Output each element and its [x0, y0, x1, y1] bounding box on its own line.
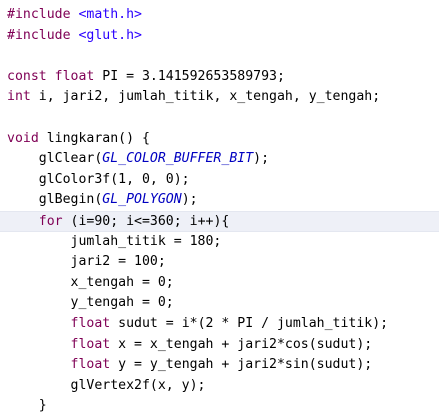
code-token: ); [181, 192, 198, 208]
code-line[interactable]: glColor3f(1, 0, 0); [7, 170, 439, 191]
code-line[interactable]: ​ [7, 108, 439, 129]
code-line[interactable]: #include <glut.h> [7, 26, 439, 47]
code-token: const float [7, 68, 95, 84]
code-line[interactable]: float y = y_tengah + jari2*sin(sudut); [7, 355, 439, 376]
code-token: float [70, 315, 111, 331]
code-token: int [7, 89, 31, 105]
code-token: void [7, 130, 39, 146]
code-token: (i=90; i<=360; i++){ [62, 213, 230, 229]
code-line[interactable]: #include <math.h> [7, 5, 439, 26]
code-line[interactable]: jumlah_titik = 180; [7, 232, 439, 253]
code-line[interactable]: glBegin(GL_POLYGON); [7, 190, 439, 211]
code-token: x_tengah = 0; [7, 274, 174, 290]
code-token: lingkaran() { [38, 130, 150, 146]
code-token: x = x_tengah + jari2*cos(sudut); [110, 336, 373, 352]
code-line[interactable]: float x = x_tengah + jari2*cos(sudut); [7, 335, 439, 356]
code-line[interactable]: int i, jari2, jumlah_titik, x_tengah, y_… [7, 87, 439, 108]
code-line[interactable]: } [7, 396, 439, 417]
editor-gutter [0, 0, 4, 419]
code-editor[interactable]: #include <math.h>#include <glut.h>​const… [0, 0, 439, 419]
code-line[interactable]: void lingkaran() { [7, 129, 439, 150]
code-token: float [70, 357, 111, 373]
code-token: } [7, 398, 47, 414]
code-token: for [38, 213, 63, 229]
code-token: GL_COLOR_BUFFER_BIT [102, 151, 254, 167]
code-token: jumlah_titik = 180; [7, 233, 222, 249]
code-line[interactable]: glClear(GL_COLOR_BUFFER_BIT); [7, 149, 439, 170]
code-token: glColor3f(1, 0, 0); [7, 171, 190, 187]
code-token: glBegin( [7, 192, 103, 208]
code-line[interactable]: jari2 = 100; [7, 252, 439, 273]
code-token: #include [7, 7, 79, 22]
code-token: glVertex2f(x, y); [7, 377, 206, 393]
code-line[interactable]: float sudut = i*(2 * PI / jumlah_titik); [7, 314, 439, 335]
code-line[interactable]: ​ [7, 46, 439, 67]
code-line[interactable]: x_tengah = 0; [7, 273, 439, 294]
code-token: GL_POLYGON [102, 192, 182, 208]
code-token: <math.h> [78, 7, 142, 22]
code-token: glClear( [7, 151, 103, 167]
code-line[interactable]: const float PI = 3.141592653589793; [7, 67, 439, 88]
code-line[interactable]: y_tengah = 0; [7, 293, 439, 314]
code-area[interactable]: #include <math.h>#include <glut.h>​const… [0, 5, 439, 417]
code-token: sudut = i*(2 * PI / jumlah_titik); [110, 315, 389, 331]
code-token: ); [253, 151, 270, 167]
code-token: PI = 3.141592653589793; [94, 68, 285, 84]
code-token: jari2 = 100; [7, 254, 166, 270]
code-token: y = y_tengah + jari2*sin(sudut); [110, 357, 373, 373]
code-line[interactable]: for (i=90; i<=360; i++){ [0, 210, 439, 232]
code-token: y_tengah = 0; [7, 295, 174, 311]
code-token: #include [7, 27, 79, 43]
code-token: i, jari2, jumlah_titik, x_tengah, y_teng… [30, 89, 381, 105]
code-token: float [70, 336, 111, 352]
code-token: <glut.h> [78, 27, 142, 43]
code-line[interactable]: glVertex2f(x, y); [7, 376, 439, 397]
